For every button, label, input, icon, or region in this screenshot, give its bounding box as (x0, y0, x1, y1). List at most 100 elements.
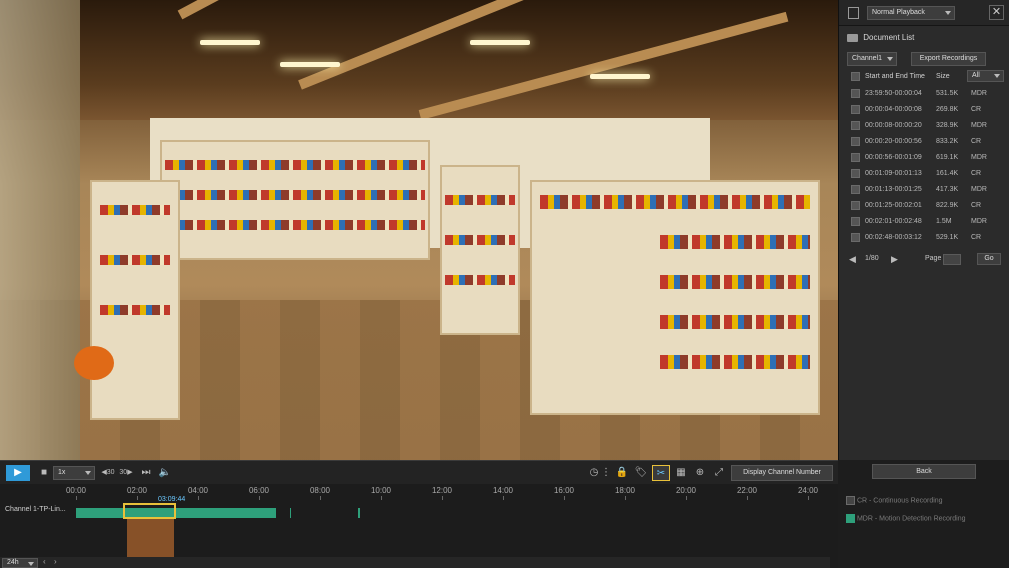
shelf-goods (660, 235, 810, 249)
video-view[interactable] (0, 0, 838, 460)
playback-mode-select[interactable]: Normal Playback (867, 6, 955, 20)
channel-select[interactable]: Channel1 (847, 52, 897, 66)
speed-dial-icon[interactable]: ◷ (586, 465, 602, 481)
stop-button[interactable]: ■ (36, 465, 52, 481)
record-time: 23:59:50-00:00:04 (865, 90, 922, 97)
timeline[interactable]: 00:00 02:00 04:00 06:00 08:00 10:00 12:00 14:00… (0, 484, 838, 568)
display-channel-number-button[interactable]: Display Channel Number (731, 465, 833, 481)
hour-label: 06:00 (248, 486, 270, 495)
ceiling-light (590, 74, 650, 79)
record-type: MDR (971, 90, 987, 97)
cr-checkbox[interactable] (846, 496, 855, 505)
record-checkbox[interactable] (851, 121, 860, 130)
go-button[interactable]: Go (977, 253, 1001, 265)
record-checkbox[interactable] (851, 185, 860, 194)
record-time: 00:00:04-00:00:08 (865, 106, 922, 113)
shelf (90, 180, 180, 420)
record-row[interactable]: 00:01:25-00:02:01 822.9K CR (839, 198, 1009, 214)
record-size: 529.1K (936, 234, 959, 241)
record-checkbox[interactable] (851, 89, 860, 98)
export-recordings-button[interactable]: Export Recordings (911, 52, 986, 66)
volume-icon[interactable]: 🔈 (157, 465, 173, 481)
ceiling-light (470, 40, 530, 45)
mdr-checkbox[interactable] (846, 514, 855, 523)
record-time: 00:01:25-00:02:01 (865, 202, 922, 209)
page-number-input[interactable] (943, 254, 961, 265)
next-page-icon[interactable]: ▶ (891, 252, 898, 266)
clip-selection[interactable] (123, 503, 176, 519)
speed-select[interactable]: 1x (53, 466, 95, 480)
record-row[interactable]: 00:02:48-00:03:12 529.1K CR (839, 230, 1009, 246)
record-type: MDR (971, 186, 987, 193)
record-checkbox[interactable] (851, 137, 860, 146)
record-row[interactable]: 23:59:50-00:00:04 531.5K MDR (839, 86, 1009, 102)
rewind-30s-button[interactable]: ◀30 (100, 465, 116, 481)
hour-tick (564, 496, 565, 500)
record-list-header: Start and End Time Size All (839, 69, 1009, 85)
record-type-filter[interactable]: All (967, 70, 1004, 82)
pumpkin-decoration (74, 346, 114, 380)
zoom-level-select[interactable]: 24h (2, 558, 38, 568)
record-size: 1.5M (936, 218, 952, 225)
document-list-title: Document List (863, 33, 915, 42)
hour-tick (259, 496, 260, 500)
hour-label: 20:00 (675, 486, 697, 495)
record-row[interactable]: 00:00:56-00:01:09 619.1K MDR (839, 150, 1009, 166)
record-checkbox[interactable] (851, 153, 860, 162)
pager: ◀ 1/80 ▶ Page Go (839, 252, 1009, 266)
hour-label: 22:00 (736, 486, 758, 495)
hour-tick (198, 496, 199, 500)
hour-tick (381, 496, 382, 500)
tag-icon[interactable]: 🏷 (633, 465, 649, 481)
record-row[interactable]: 00:00:20-00:00:56 833.2K CR (839, 134, 1009, 150)
record-time: 00:00:20-00:00:56 (865, 138, 922, 145)
record-row[interactable]: 00:00:04-00:00:08 269.8K CR (839, 102, 1009, 118)
time-scrollbar[interactable] (0, 557, 830, 568)
record-checkbox[interactable] (851, 217, 860, 226)
calendar-icon[interactable]: ▦ (673, 465, 689, 481)
shelf (440, 165, 520, 335)
lock-icon[interactable]: 🔒 (614, 465, 630, 481)
zoom-level-value: 24h (7, 559, 19, 566)
play-button[interactable]: ▶ (6, 465, 30, 481)
clip-scissors-icon[interactable]: ✂ (652, 465, 670, 481)
record-checkbox[interactable] (851, 105, 860, 114)
record-row[interactable]: 00:01:13-00:01:25 417.3K MDR (839, 182, 1009, 198)
legend-mdr: MDR - Motion Detection Recording (846, 514, 966, 523)
playback-panel: Normal Playback ✕ Document List Channel1… (838, 0, 1009, 460)
record-checkbox[interactable] (851, 169, 860, 178)
hour-label: 08:00 (309, 486, 331, 495)
back-button[interactable]: Back (872, 464, 976, 479)
back-label: Back (916, 468, 932, 475)
zoom-in-icon[interactable]: ⊕ (692, 465, 708, 481)
shelf-goods (660, 275, 810, 289)
fullscreen-icon[interactable]: ⤢ (711, 465, 727, 481)
record-row[interactable]: 00:00:08-00:00:20 328.9K MDR (839, 118, 1009, 134)
shelf-goods (660, 355, 810, 369)
chevron-down-icon (887, 57, 893, 61)
forward-30s-button[interactable]: 30▶ (118, 465, 134, 481)
hour-label: 14:00 (492, 486, 514, 495)
record-row[interactable]: 00:01:09-00:01:13 161.4K CR (839, 166, 1009, 182)
hour-label: 10:00 (370, 486, 392, 495)
legend-cr: CR - Continuous Recording (846, 496, 943, 505)
list-view-icon[interactable] (848, 7, 859, 19)
close-icon[interactable]: ✕ (989, 5, 1004, 20)
hour-label: 18:00 (614, 486, 636, 495)
more-options-icon[interactable]: ⋮ (601, 465, 611, 481)
select-all-checkbox[interactable] (851, 72, 860, 81)
record-size: 531.5K (936, 90, 959, 97)
col-size-header: Size (936, 73, 950, 80)
recording-segment (358, 508, 360, 518)
export-recordings-label: Export Recordings (919, 55, 978, 62)
scroll-right-icon[interactable]: › (54, 557, 57, 566)
scroll-left-icon[interactable]: ‹ (43, 557, 46, 566)
record-checkbox[interactable] (851, 233, 860, 242)
frame-step-button[interactable]: ⏭ (138, 465, 154, 481)
recording-track[interactable] (76, 508, 830, 518)
go-label: Go (984, 255, 994, 262)
chevron-down-icon (85, 471, 91, 475)
record-checkbox[interactable] (851, 201, 860, 210)
record-row[interactable]: 00:02:01-00:02:48 1.5M MDR (839, 214, 1009, 230)
prev-page-icon[interactable]: ◀ (849, 252, 856, 266)
